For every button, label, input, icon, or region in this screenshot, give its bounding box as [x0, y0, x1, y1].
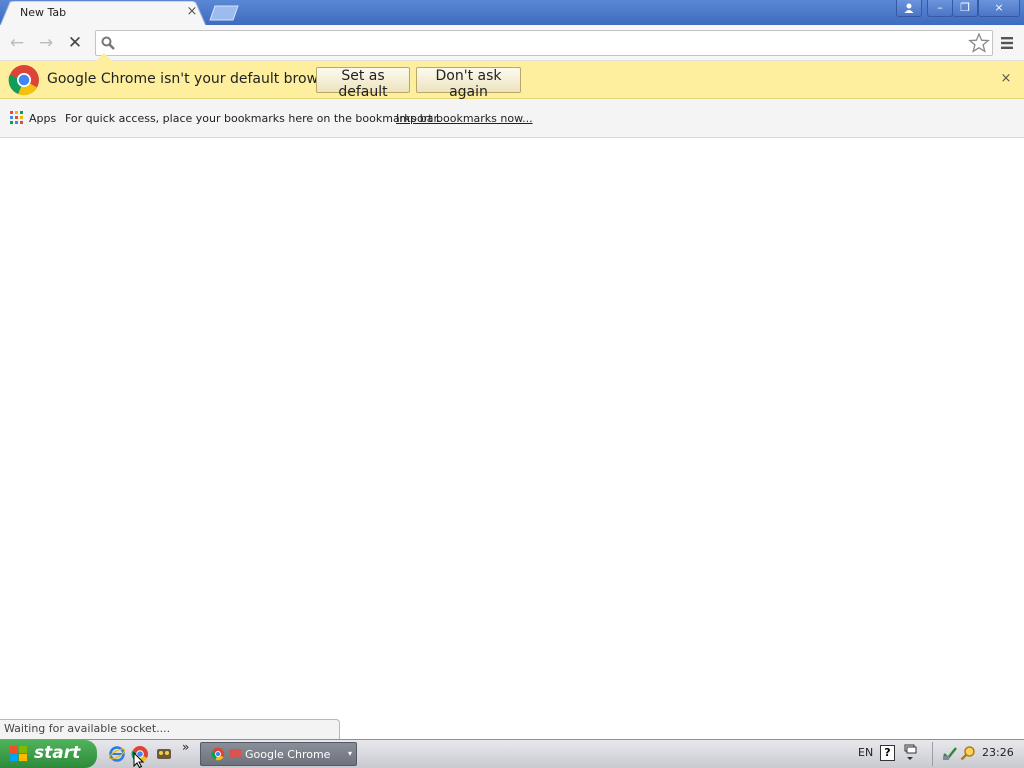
chrome-logo-icon [8, 65, 39, 96]
language-bar-icon[interactable] [903, 744, 917, 762]
task-badge [229, 749, 241, 758]
quicklaunch-more-icon[interactable]: » [182, 740, 189, 754]
set-as-default-button[interactable]: Set as default [316, 67, 410, 100]
internet-explorer-icon[interactable] [108, 745, 126, 763]
forward-button[interactable]: → [35, 32, 57, 54]
search-tray-icon[interactable] [960, 745, 976, 761]
search-icon [101, 36, 115, 50]
apps-grid-icon[interactable] [10, 111, 24, 125]
start-label: start [34, 743, 81, 763]
dont-ask-again-button[interactable]: Don't ask again [416, 67, 521, 100]
close-window-button[interactable]: × [978, 0, 1020, 17]
start-button[interactable]: start [0, 740, 97, 768]
bookmark-star-icon[interactable] [968, 32, 990, 54]
taskbar-chrome-label: Google Chrome [245, 748, 331, 761]
taskbar-chrome-button[interactable]: Google Chrome ▾ [200, 742, 357, 766]
restore-button[interactable]: ❐ [952, 0, 978, 17]
infobar-close-icon[interactable]: × [998, 71, 1014, 87]
back-button[interactable]: ← [6, 32, 28, 54]
chevron-down-icon: ▾ [348, 749, 353, 758]
language-indicator[interactable]: EN [858, 746, 873, 759]
clock: 23:26 [982, 746, 1014, 759]
tray-separator [932, 742, 933, 766]
address-input[interactable] [124, 33, 954, 53]
page-content[interactable] [0, 139, 1024, 739]
stop-button[interactable]: ✕ [64, 32, 86, 54]
user-icon[interactable] [896, 0, 922, 17]
minimize-button[interactable]: – [927, 0, 953, 17]
apps-shortcut[interactable]: Apps [29, 112, 56, 125]
windows-flag-icon [10, 746, 27, 761]
menu-icon[interactable] [998, 34, 1016, 52]
import-bookmarks-link[interactable]: Import bookmarks now... [396, 112, 533, 125]
chrome-task-icon [211, 747, 225, 761]
new-tab-button[interactable] [208, 5, 240, 21]
network-icon[interactable] [942, 745, 958, 761]
tab-close-icon[interactable]: × [184, 4, 200, 20]
help-icon[interactable]: ? [880, 745, 895, 761]
bookmarks-hint: For quick access, place your bookmarks h… [65, 112, 441, 125]
status-bubble: Waiting for available socket.... [0, 719, 340, 739]
tab-title: New Tab [20, 6, 67, 19]
infobar-arrow [96, 53, 112, 61]
infobar-message: Google Chrome isn't your default browser… [47, 71, 343, 87]
mouse-cursor-icon [133, 752, 145, 768]
app-quicklaunch-icon[interactable] [155, 745, 173, 763]
